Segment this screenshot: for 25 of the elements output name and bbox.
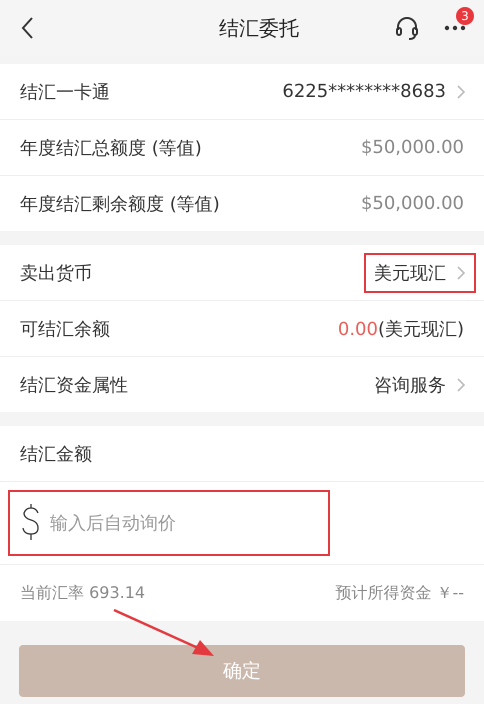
row-value[interactable]: 美元现汇 bbox=[374, 260, 446, 284]
back-icon[interactable] bbox=[20, 16, 34, 40]
row-label: 可结汇余额 bbox=[20, 318, 110, 340]
page-title: 结汇委托 bbox=[219, 14, 299, 42]
row-label: 年度结汇总额度 (等值) bbox=[20, 136, 202, 160]
notification-badge: 3 bbox=[456, 7, 474, 25]
row-label: 结汇一卡通 bbox=[20, 80, 110, 104]
exchange-rate: 当前汇率 693.14 bbox=[20, 582, 146, 604]
row-label: 结汇资金属性 bbox=[20, 374, 128, 396]
row-label: 卖出货币 bbox=[20, 262, 92, 284]
amount-field[interactable]: 输入后自动询价 bbox=[8, 490, 330, 556]
row-value: $50,000.00 bbox=[360, 137, 464, 158]
balance-amount: 0.00 bbox=[338, 318, 378, 340]
estimated-funds: 预计所得资金 ￥-- bbox=[335, 582, 464, 604]
chevron-icon bbox=[456, 84, 466, 100]
chevron-icon bbox=[456, 264, 466, 280]
row-label: 年度结汇剩余额度 (等值) bbox=[20, 192, 220, 216]
row-value[interactable]: 6225********8683 bbox=[282, 81, 446, 102]
chevron-icon bbox=[456, 376, 466, 392]
more-icon[interactable] bbox=[444, 25, 466, 31]
row-value: $50,000.00 bbox=[360, 193, 464, 214]
row-value[interactable]: 咨询服务 bbox=[374, 372, 446, 396]
headset-icon[interactable] bbox=[394, 15, 420, 41]
currency-unit: (美元现汇) bbox=[378, 318, 464, 340]
amount-label: 结汇金额 bbox=[20, 442, 92, 466]
